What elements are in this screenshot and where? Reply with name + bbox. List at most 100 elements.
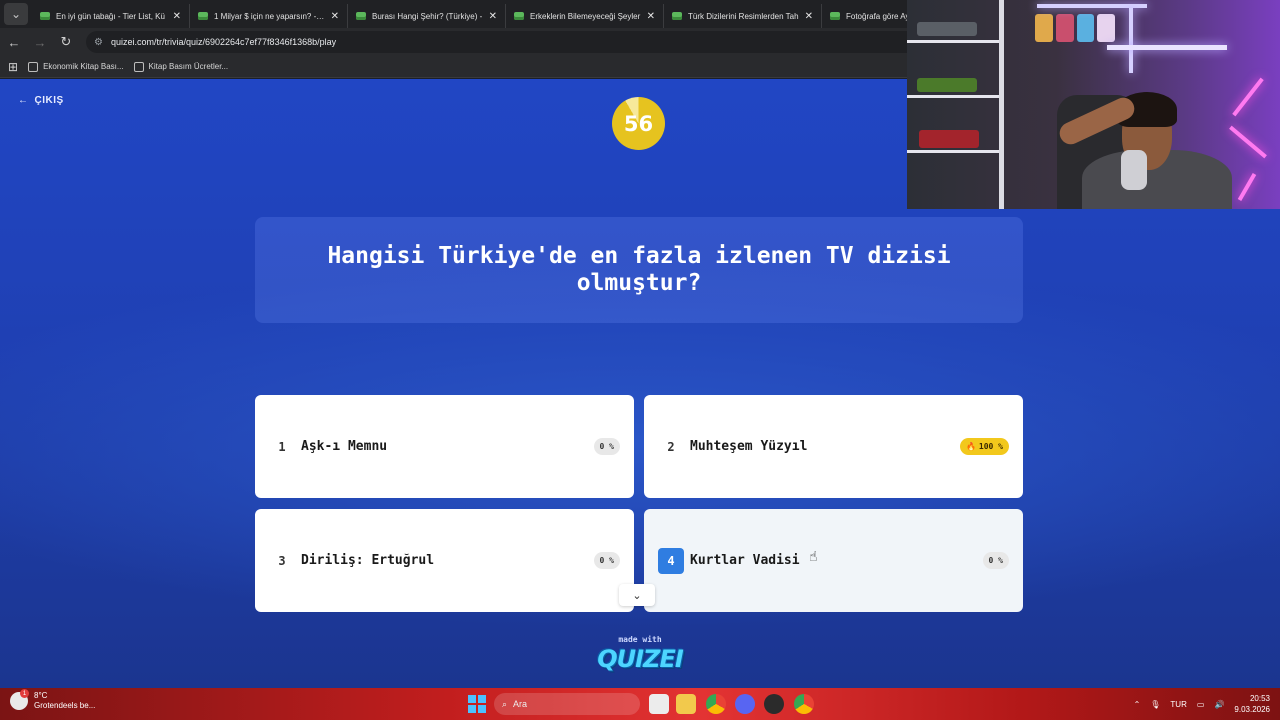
windows-logo-icon (468, 695, 476, 703)
countdown-timer: 56 (612, 97, 665, 150)
question-text: Hangisi Türkiye'de en fazla izlenen TV d… (327, 243, 951, 296)
hand-cursor-icon: ☝ (809, 548, 818, 564)
exit-button[interactable]: ← ÇIKIŞ (18, 95, 64, 106)
weather-widget[interactable]: 1 8°C Grotendeels be... (10, 689, 96, 711)
browser-tab[interactable]: Türk Dizilerini Resimlerden Tah ✕ (664, 4, 822, 28)
site-favicon-icon (830, 12, 840, 20)
tab-search-button[interactable]: ⌄ (4, 3, 28, 25)
toy (1035, 14, 1053, 42)
percentage-text: 0 % (599, 556, 614, 565)
clock-time: 20:53 (1249, 694, 1270, 703)
toy (1097, 14, 1115, 42)
site-info-icon[interactable]: ⚙ (94, 37, 103, 48)
neon-light (1129, 8, 1133, 73)
tab-title: 1 Milyar $ için ne yaparsın? - Ti (214, 11, 325, 21)
bookmark-item[interactable]: Kitap Basım Ücretler... (133, 61, 229, 72)
answer-text: Muhteşem Yüzyıl (690, 439, 808, 454)
chevron-up-icon[interactable]: ⌃ (1134, 700, 1141, 709)
start-button[interactable] (468, 695, 486, 713)
chrome-icon[interactable] (706, 694, 726, 714)
address-bar[interactable]: ⚙ quizei.com/tr/trivia/quiz/6902264c7ef7… (86, 31, 946, 53)
forward-arrow-icon[interactable]: → (28, 30, 52, 54)
quizei-logo[interactable]: QUIZEI (0, 645, 1280, 673)
browser-tab[interactable]: Erkeklerin Bilemeyeceği Şeyler ✕ (506, 4, 664, 28)
neon-light (1107, 45, 1227, 50)
percentage-text: 0 % (988, 556, 1003, 565)
answer-percentage-badge: 0 % (593, 438, 620, 455)
answer-percentage-badge: 🔥 100 % (959, 438, 1009, 455)
percentage-text: 0 % (599, 442, 614, 451)
browser-tab[interactable]: En iyi gün tabağı - Tier List, Kü ✕ (32, 4, 190, 28)
made-with-label: made with (618, 635, 662, 644)
task-view-icon[interactable] (649, 694, 669, 714)
answer-option-4[interactable]: 4 Kurtlar Vadisi 0 % (644, 509, 1023, 612)
shelf-frame (999, 0, 1004, 209)
browser-tab[interactable]: Burası Hangi Şehir? (Türkiye) - ✕ (348, 4, 506, 28)
cloud-icon: 1 (10, 689, 29, 710)
site-favicon-icon (198, 12, 208, 20)
back-arrow-icon[interactable]: ← (2, 30, 26, 54)
neon-light (1232, 77, 1264, 117)
toy (1076, 14, 1095, 42)
bookmark-item[interactable]: Ekonomik Kitap Bası... (28, 61, 124, 72)
answer-option-2[interactable]: 2 Muhteşem Yüzyıl 🔥 100 % (644, 395, 1023, 498)
reload-icon[interactable]: ↻ (54, 30, 78, 54)
search-icon: ⌕ (502, 698, 508, 709)
model-car (917, 78, 977, 92)
microphone-icon[interactable]: 🎙 (1150, 700, 1160, 709)
bookmark-icon (133, 61, 144, 72)
volume-icon[interactable]: 🔊 (1214, 700, 1224, 709)
answer-option-1[interactable]: 1 Aşk-ı Memnu 0 % (255, 395, 634, 498)
weather-description: Grotendeels be... (34, 701, 96, 710)
model-car (919, 130, 979, 148)
windows-logo-icon (478, 705, 486, 713)
answer-number: 4 (658, 547, 684, 574)
browser-tab[interactable]: 1 Milyar $ için ne yaparsın? - Ti ✕ (190, 4, 348, 28)
close-tab-icon[interactable]: ✕ (331, 11, 339, 22)
shelf (907, 150, 1002, 153)
shelf (907, 40, 1002, 43)
microphone (1121, 150, 1147, 190)
search-placeholder: Ara (513, 699, 528, 709)
answer-text: Aşk-ı Memnu (301, 439, 388, 454)
language-indicator[interactable]: TUR (1170, 700, 1186, 709)
tab-title: Burası Hangi Şehir? (Türkiye) - (372, 11, 483, 21)
file-explorer-icon[interactable] (676, 694, 696, 714)
weather-temperature: 8°C (34, 691, 48, 700)
flame-icon: 🔥 (965, 442, 976, 451)
bookmark-label: Ekonomik Kitap Bası... (43, 62, 124, 71)
system-tray: ⌃ 🎙 TUR ▭ 🔊 20:53 9.03.2026 (1134, 688, 1270, 720)
apps-grid-icon[interactable]: ⊞ (8, 60, 18, 74)
clock[interactable]: 20:53 9.03.2026 (1234, 693, 1270, 715)
answer-number: 2 (667, 439, 675, 454)
neon-light (1229, 125, 1267, 159)
chevron-down-icon: ⌄ (10, 7, 22, 21)
tab-title: Erkeklerin Bilemeyeceği Şeyler (530, 11, 641, 21)
webcam-overlay (907, 0, 1280, 209)
bookmark-icon (28, 61, 39, 72)
site-favicon-icon (40, 12, 50, 20)
windows-logo-icon (468, 705, 476, 713)
timer-value: 56 (623, 111, 654, 136)
neon-light (1237, 173, 1257, 201)
obs-icon[interactable] (764, 694, 784, 714)
notification-badge: 1 (20, 689, 29, 698)
clock-date: 9.03.2026 (1234, 705, 1270, 714)
chrome-profile-icon[interactable] (794, 694, 814, 714)
close-tab-icon[interactable]: ✕ (489, 11, 497, 22)
answer-option-3[interactable]: 3 Diriliş: Ertuğrul 0 % (255, 509, 634, 612)
discord-icon[interactable] (735, 694, 755, 714)
model-car (917, 22, 977, 36)
close-tab-icon[interactable]: ✕ (647, 11, 655, 22)
taskbar-search[interactable]: ⌕ Ara (494, 693, 640, 715)
close-tab-icon[interactable]: ✕ (805, 11, 813, 22)
answer-number: 3 (278, 553, 286, 568)
scroll-down-button[interactable]: ⌄ (619, 584, 655, 606)
display-icon[interactable]: ▭ (1197, 700, 1205, 709)
bookmark-label: Kitap Basım Ücretler... (148, 62, 229, 71)
close-tab-icon[interactable]: ✕ (173, 11, 181, 22)
answer-percentage-badge: 0 % (982, 552, 1009, 569)
arrow-left-icon: ← (18, 95, 29, 106)
shelf (907, 95, 1002, 98)
windows-logo-icon (478, 695, 486, 703)
